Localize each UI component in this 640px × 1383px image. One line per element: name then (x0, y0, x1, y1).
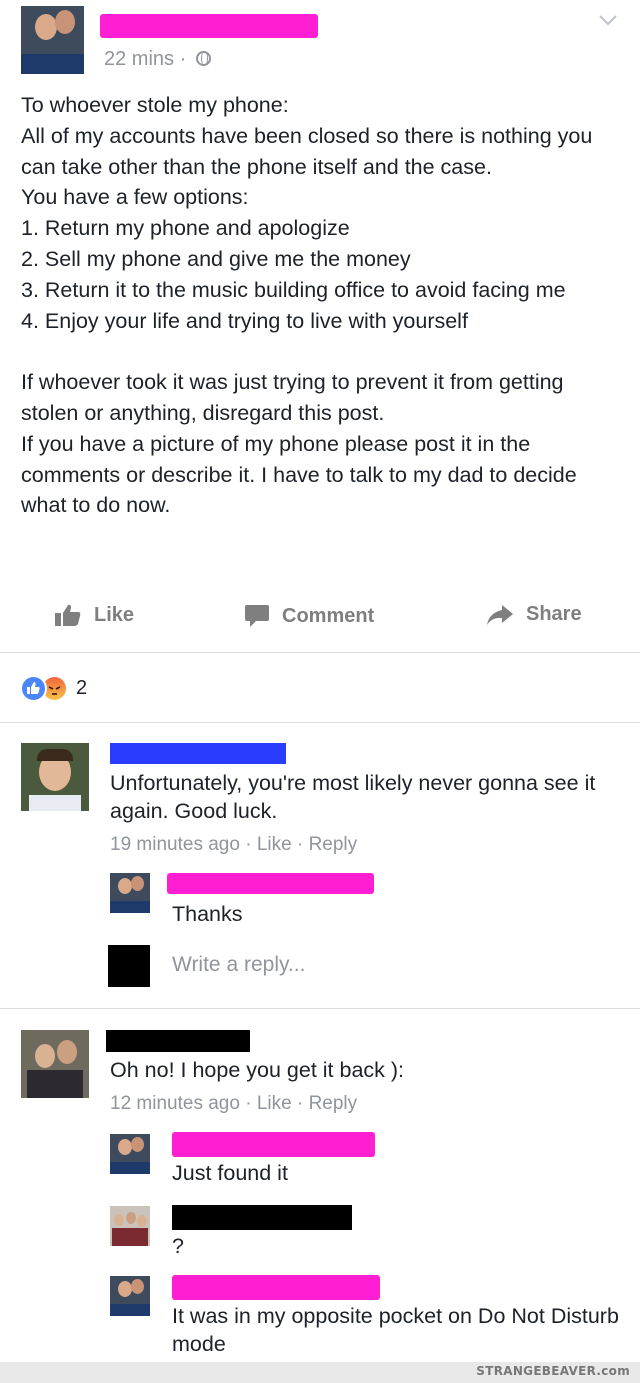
avatar-banner (110, 1162, 150, 1174)
reply-name-redaction (172, 1275, 380, 1300)
like-reaction-icon (20, 675, 47, 702)
comment-bubble-icon (245, 605, 269, 627)
avatar-clothes (112, 1228, 148, 1246)
avatar-face (131, 1279, 144, 1294)
reaction-count: 2 (76, 677, 88, 699)
comment-reply-link[interactable]: Reply (309, 1093, 358, 1114)
post-text-block-2: If whoever took it was just trying to pr… (21, 370, 577, 518)
globe-icon (195, 51, 211, 66)
comment-like-link[interactable]: Like (257, 1093, 292, 1114)
comment-time[interactable]: 19 minutes ago (110, 834, 240, 855)
like-label: Like (94, 603, 135, 626)
divider (0, 722, 640, 723)
avatar-face (114, 1214, 124, 1226)
share-button[interactable]: Share (486, 603, 582, 626)
avatar-face (137, 1215, 147, 1227)
reply-name-redaction (167, 873, 374, 894)
reply-avatar[interactable] (110, 873, 150, 913)
avatar-face (118, 878, 132, 894)
avatar-clothes (27, 1070, 83, 1098)
divider (0, 1008, 640, 1009)
commenter-avatar[interactable] (21, 743, 89, 811)
commenter-name-redaction (110, 743, 286, 764)
avatar-face (35, 1044, 55, 1068)
comment-reply-link[interactable]: Reply (309, 834, 358, 855)
post-time: 22 mins (104, 48, 175, 70)
reply-text: ? (172, 1234, 184, 1258)
commenter-name-redaction (106, 1030, 250, 1052)
avatar-face (57, 1040, 77, 1064)
watermark: STRANGEBEAVER.com (476, 1364, 630, 1378)
reply-text: Thanks (172, 902, 243, 926)
comment-like-link[interactable]: Like (257, 834, 292, 855)
post-text-block-1: To whoever stole my phone: All of my acc… (21, 93, 593, 333)
reply-name-redaction (172, 1132, 375, 1157)
avatar-face (131, 1137, 144, 1152)
share-arrow-icon (487, 604, 513, 625)
avatar-banner (110, 1304, 150, 1316)
meta-separator: · (245, 834, 252, 855)
reply-text: It was in my opposite pocket on Do Not D… (172, 1304, 619, 1356)
meta-separator: · (296, 1093, 304, 1114)
avatar-banner (110, 901, 150, 913)
comment-text: Oh no! I hope you get it back ): (110, 1058, 405, 1082)
chevron-down-icon[interactable] (598, 10, 618, 30)
reply-text: Just found it (172, 1161, 288, 1185)
reply-avatar[interactable] (110, 1206, 150, 1246)
current-user-avatar (108, 945, 150, 987)
comment-text: Unfortunately, you're most likely never … (110, 771, 596, 823)
comment-button[interactable]: Comment (244, 603, 374, 629)
avatar-banner (21, 54, 84, 74)
comment-meta: 19 minutes ago · Like · Reply (110, 834, 357, 856)
reply-name-redaction (172, 1205, 352, 1230)
reaction-summary[interactable]: 2 (20, 675, 87, 702)
divider (0, 652, 640, 653)
commenter-avatar[interactable] (21, 1030, 89, 1098)
meta-separator: · (245, 1093, 252, 1114)
post-timestamp[interactable]: 22 mins · (104, 48, 211, 71)
share-label: Share (526, 603, 582, 625)
avatar-face (118, 1139, 132, 1155)
reply-avatar[interactable] (110, 1276, 150, 1316)
meta-separator: · (296, 834, 304, 855)
avatar-shirt (29, 795, 81, 811)
avatar-face (35, 14, 57, 40)
avatar-face (118, 1281, 132, 1297)
time-separator: · (179, 48, 187, 70)
poster-avatar[interactable] (21, 6, 84, 74)
avatar-face (126, 1212, 136, 1224)
comment-meta: 12 minutes ago · Like · Reply (110, 1093, 357, 1115)
like-button[interactable]: Like (54, 603, 134, 627)
like-thumb-icon (55, 604, 81, 626)
poster-name-redaction (100, 14, 318, 38)
post-body: To whoever stole my phone: All of my acc… (21, 90, 621, 521)
write-reply-input[interactable]: Write a reply... (172, 953, 305, 977)
avatar-face (55, 10, 75, 34)
avatar-hair (37, 749, 73, 761)
reply-avatar[interactable] (110, 1134, 150, 1174)
comment-label: Comment (282, 604, 375, 627)
comment-time[interactable]: 12 minutes ago (110, 1093, 240, 1114)
avatar-face (131, 876, 144, 891)
